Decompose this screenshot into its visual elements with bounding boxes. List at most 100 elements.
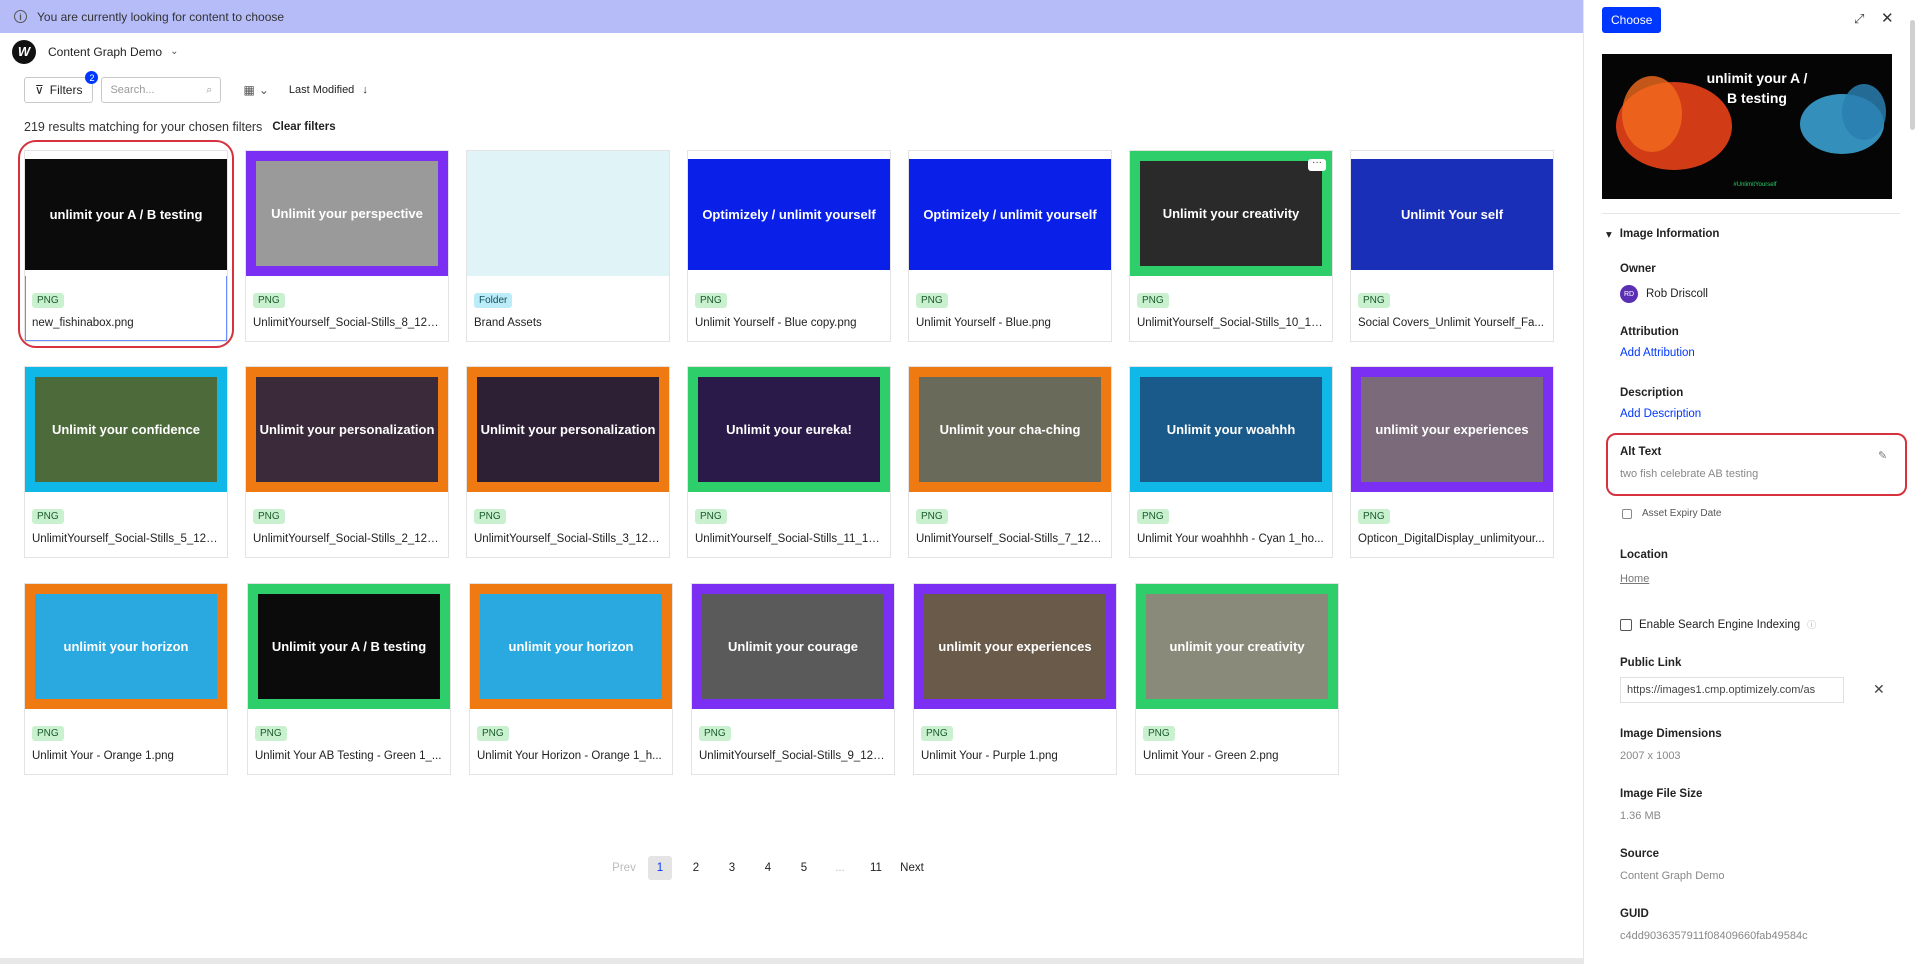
- asset-card[interactable]: Unlimit your creativity ··· PNG UnlimitYour…: [1129, 150, 1333, 342]
- more-options-icon[interactable]: ···: [1308, 158, 1326, 171]
- preview-tag: #UnlimitYourself: [1733, 182, 1777, 188]
- asset-card[interactable]: unlimit your horizon PNG Unlimit Your Hori…: [469, 583, 673, 775]
- alt-text-value: two fish celebrate AB testing: [1620, 468, 1759, 480]
- asset-card[interactable]: unlimit your experiences PNG Opticon_Digit…: [1350, 366, 1554, 558]
- search-input[interactable]: Search... ⌕: [101, 77, 222, 103]
- asset-thumbnail[interactable]: unlimit your horizon: [470, 584, 672, 709]
- type-badge: PNG: [921, 726, 953, 741]
- guid-label: GUID: [1620, 908, 1649, 920]
- asset-thumbnail[interactable]: Unlimit your courage: [692, 584, 894, 709]
- asset-thumbnail[interactable]: Unlimit your creativity ···: [1130, 151, 1332, 276]
- asset-card[interactable]: Unlimit your A / B testing PNG Unlimit You…: [247, 583, 451, 775]
- asset-thumbnail[interactable]: Unlimit your personalization: [246, 367, 448, 492]
- asset-thumbnail[interactable]: Unlimit your woahhh: [1130, 367, 1332, 492]
- panel-scrollbar[interactable]: [1910, 20, 1915, 130]
- filters-button[interactable]: ⊽ Filters 2: [24, 71, 99, 103]
- search-icon: ⌕: [206, 83, 213, 96]
- workspace-name: Content Graph Demo: [48, 44, 163, 59]
- indexing-checkbox[interactable]: [1620, 618, 1632, 631]
- asset-card[interactable]: Unlimit your personalization PNG UnlimitYo…: [466, 366, 670, 558]
- asset-card[interactable]: unlimit your creativity PNG Unlimit Your -…: [1135, 583, 1339, 775]
- page-5-button[interactable]: 5: [792, 856, 816, 880]
- asset-card[interactable]: Unlimit your confidence PNG UnlimitYoursel…: [24, 366, 228, 558]
- app-logo[interactable]: W: [12, 39, 36, 64]
- workspace-selector[interactable]: Content Graph Demo ⌄: [48, 45, 178, 59]
- asset-thumbnail[interactable]: Unlimit your A / B testing: [248, 584, 450, 709]
- help-icon[interactable]: ⓘ: [1807, 618, 1816, 631]
- thumbnail-caption: Unlimit your perspective: [256, 161, 438, 266]
- asset-filename: Unlimit Your - Green 2.png: [1143, 750, 1279, 762]
- next-page-button[interactable]: Next: [900, 856, 924, 880]
- asset-filename: UnlimitYourself_Social-Stills_2_120...: [253, 533, 443, 545]
- horizontal-scrollbar[interactable]: [0, 958, 1583, 964]
- asset-card[interactable]: unlimit your experiences PNG Unlimit Your …: [913, 583, 1117, 775]
- page-4-button[interactable]: 4: [756, 856, 780, 880]
- asset-thumbnail[interactable]: Unlimit Your self: [1351, 151, 1553, 276]
- public-link-field[interactable]: https://images1.cmp.optimizely.com/as: [1620, 677, 1844, 703]
- asset-thumbnail[interactable]: Unlimit your perspective: [246, 151, 448, 276]
- asset-card[interactable]: Unlimit your eureka! PNG UnlimitYourself_S…: [687, 366, 891, 558]
- asset-card[interactable]: Unlimit Your self PNG Social Covers_Unlimi…: [1350, 150, 1554, 342]
- add-description-link[interactable]: Add Description: [1620, 408, 1701, 420]
- type-badge: PNG: [253, 293, 285, 308]
- page-ellipsis: ...: [835, 862, 845, 874]
- asset-thumbnail[interactable]: unlimit your horizon: [25, 584, 227, 709]
- detail-panel: Choose ⤢ ✕ unlimit your A / B testing #U…: [1583, 0, 1920, 964]
- asset-thumbnail[interactable]: Unlimit your personalization: [467, 367, 669, 492]
- prev-page-button[interactable]: Prev: [612, 856, 636, 880]
- image-info-toggle[interactable]: ▾ Image Information: [1606, 227, 1719, 241]
- asset-thumbnail[interactable]: unlimit your creativity: [1136, 584, 1338, 709]
- thumbnail-caption: Unlimit your cha-ching: [919, 377, 1101, 482]
- add-attribution-link[interactable]: Add Attribution: [1620, 347, 1695, 359]
- asset-filename: Opticon_DigitalDisplay_unlimityour...: [1358, 533, 1545, 545]
- search-indexing-toggle[interactable]: Enable Search Engine Indexing ⓘ: [1620, 618, 1816, 631]
- calendar-icon: [1622, 508, 1632, 519]
- view-toggle[interactable]: ▦ ⌄: [243, 83, 268, 97]
- asset-filename: Unlimit Your - Orange 1.png: [32, 750, 174, 762]
- thumbnail-caption: [467, 159, 669, 270]
- page-3-button[interactable]: 3: [720, 856, 744, 880]
- asset-card[interactable]: Optimizely / unlimit yourself PNG Unlimit …: [908, 150, 1112, 342]
- asset-card[interactable]: Unlimit your courage PNG UnlimitYourself_S…: [691, 583, 895, 775]
- asset-thumbnail[interactable]: Unlimit your confidence: [25, 367, 227, 492]
- close-icon[interactable]: ✕: [1873, 681, 1885, 698]
- expand-icon[interactable]: ⤢: [1854, 11, 1864, 27]
- page-1-button[interactable]: 1: [648, 856, 672, 880]
- asset-card[interactable]: Folder Brand Assets: [466, 150, 670, 342]
- asset-expiry-row[interactable]: Asset Expiry Date: [1622, 508, 1721, 519]
- thumbnail-caption: unlimit your horizon: [480, 594, 662, 699]
- asset-card[interactable]: Unlimit your personalization PNG UnlimitYo…: [245, 366, 449, 558]
- type-badge: PNG: [699, 726, 731, 741]
- asset-card[interactable]: Unlimit your perspective PNG UnlimitYourse…: [245, 150, 449, 342]
- clear-filters-link[interactable]: Clear filters: [272, 121, 335, 133]
- asset-thumbnail[interactable]: Optimizely / unlimit yourself: [909, 151, 1111, 276]
- location-link[interactable]: Home: [1620, 573, 1649, 585]
- asset-thumbnail[interactable]: Unlimit your cha-ching: [909, 367, 1111, 492]
- thumbnail-caption: unlimit your horizon: [35, 594, 217, 699]
- asset-thumbnail[interactable]: Unlimit your eureka!: [688, 367, 890, 492]
- asset-card[interactable]: Optimizely / unlimit yourself PNG Unlimit …: [687, 150, 891, 342]
- pencil-icon[interactable]: ✎: [1878, 449, 1887, 462]
- filesize-label: Image File Size: [1620, 788, 1703, 800]
- asset-card[interactable]: Unlimit your cha-ching PNG UnlimitYourself…: [908, 366, 1112, 558]
- asset-thumbnail[interactable]: Optimizely / unlimit yourself: [688, 151, 890, 276]
- sort-control[interactable]: Last Modified ↓: [289, 84, 368, 96]
- page-11-button[interactable]: 11: [864, 856, 888, 880]
- search-placeholder: Search...: [110, 84, 155, 96]
- thumbnail-caption: unlimit your experiences: [1361, 377, 1543, 482]
- source-value: Content Graph Demo: [1620, 870, 1725, 882]
- type-badge: PNG: [1137, 509, 1169, 524]
- asset-thumbnail[interactable]: [467, 151, 669, 276]
- page-2-button[interactable]: 2: [684, 856, 708, 880]
- asset-thumbnail[interactable]: unlimit your experiences: [1351, 367, 1553, 492]
- sort-arrow-icon[interactable]: ↓: [362, 84, 368, 96]
- asset-thumbnail[interactable]: unlimit your experiences: [914, 584, 1116, 709]
- asset-thumbnail[interactable]: unlimit your A / B testing: [25, 151, 227, 276]
- close-icon[interactable]: ✕: [1881, 9, 1894, 27]
- thumbnail-caption: Unlimit your personalization: [477, 377, 659, 482]
- choose-button[interactable]: Choose: [1602, 7, 1662, 33]
- asset-card[interactable]: unlimit your A / B testing PNG new_fishina…: [24, 150, 228, 342]
- type-badge: PNG: [695, 293, 727, 308]
- asset-card[interactable]: unlimit your horizon PNG Unlimit Your - Or…: [24, 583, 228, 775]
- asset-card[interactable]: Unlimit your woahhh PNG Unlimit Your woahh…: [1129, 366, 1333, 558]
